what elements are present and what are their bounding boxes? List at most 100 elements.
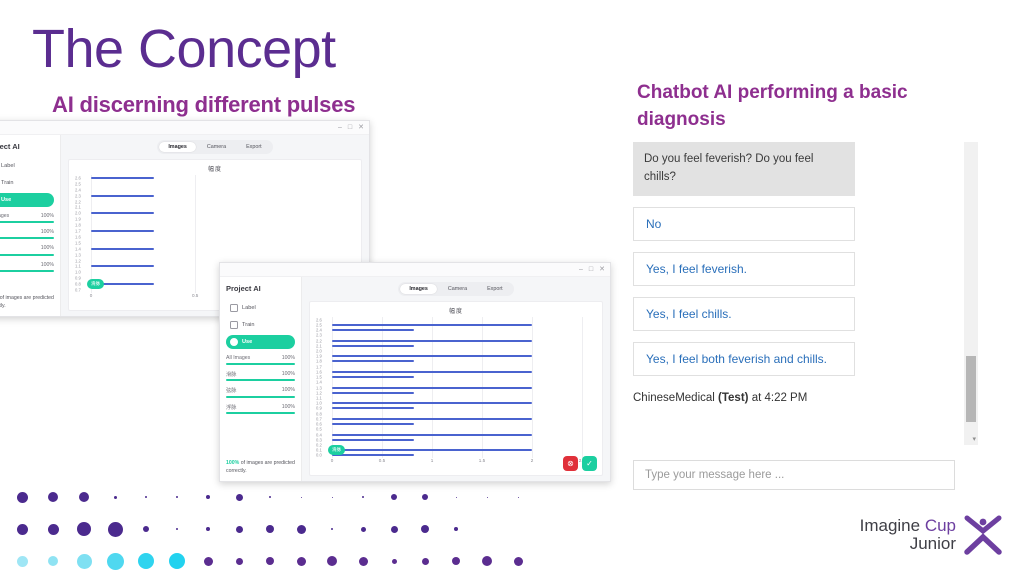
app-brand-back: Project AI <box>0 142 20 151</box>
decorative-dot <box>235 493 243 501</box>
tabbar-front[interactable]: Images Camera Export <box>398 282 514 296</box>
progress-row-back-3: 浮脉100% <box>0 262 54 272</box>
chat-scrollbar-thumb[interactable] <box>966 356 976 422</box>
tab-camera-back[interactable]: Camera <box>198 142 235 152</box>
sidebar-front: Project AI Label Train Use All Images 100… <box>220 277 302 481</box>
sidebar-item-train-back[interactable]: Train <box>0 176 54 190</box>
chart-highlight-pill[interactable]: 滑脉 <box>87 279 105 290</box>
chat-option-2[interactable]: Yes, I feel chills. <box>633 296 855 331</box>
tab-images-front[interactable]: Images <box>400 284 437 294</box>
accept-button[interactable]: ✓ <box>582 456 597 471</box>
chart-bar <box>332 386 532 389</box>
sidebar-item-train-front[interactable]: Train <box>226 318 295 332</box>
minimize-icon[interactable]: – <box>579 266 583 273</box>
chart-y-tick-label: 2.5 <box>75 181 81 187</box>
decorative-dot <box>452 557 460 565</box>
sidebar-item-label-text: Train <box>1 180 14 186</box>
chart-y-tick-label: 2.1 <box>75 204 81 210</box>
chart-x-tick-label: 0.5 <box>191 293 199 298</box>
decorative-dot <box>486 496 488 498</box>
progress-row-front-2: 弦脉 100% <box>226 387 295 398</box>
chart-bar <box>91 265 154 268</box>
chart-y-tick-label: 0.0 <box>316 452 322 458</box>
decorative-dot <box>362 496 364 498</box>
window-controls-front[interactable]: – □ ✕ <box>579 266 605 273</box>
sidebar-item-label-text: Label <box>1 163 15 169</box>
chat-input-placeholder[interactable]: Type your message here ... <box>645 469 784 481</box>
tab-export-back[interactable]: Export <box>237 142 271 152</box>
progress-track <box>226 412 295 414</box>
tab-camera-front[interactable]: Camera <box>439 284 476 294</box>
chart-gridline <box>91 175 92 293</box>
sidebar-item-use-back[interactable]: Use <box>0 193 54 207</box>
chart-x-axis-labels: 00.511.522.5 <box>316 458 596 468</box>
tab-export-front[interactable]: Export <box>478 284 512 294</box>
chart-bar <box>332 407 414 410</box>
maximize-icon[interactable]: □ <box>589 266 593 273</box>
window-body-front: Project AI Label Train Use All Images 100… <box>220 277 610 481</box>
decorative-dot <box>421 557 429 565</box>
chart-bar <box>91 176 154 179</box>
chart-y-tick-label: 0.9 <box>75 275 81 281</box>
minimize-icon[interactable]: – <box>338 124 342 131</box>
progress-fill <box>0 220 54 223</box>
chart-highlight-pill[interactable]: 滑脉 <box>328 445 346 456</box>
app-window-front[interactable]: – □ ✕ Project AI Label Train Use All Ima… <box>219 262 611 482</box>
sidebar-item-label-back[interactable]: Label <box>0 159 54 173</box>
progress-fill <box>226 379 295 381</box>
progress-track <box>0 220 54 223</box>
chart-bar <box>332 339 532 342</box>
chart-y-tick-label: 2.3 <box>75 193 81 199</box>
chart-y-tick-label: 1.8 <box>75 222 81 228</box>
chat-option-3[interactable]: Yes, I feel both feverish and chills. <box>633 341 855 376</box>
progress-fill <box>226 395 295 398</box>
use-icon <box>230 338 238 346</box>
chat-input-wrapper[interactable]: Type your message here ... <box>633 460 955 490</box>
logo-cup-text: Cup <box>924 515 956 535</box>
progress-fill <box>0 270 54 272</box>
sidebar-item-use-front[interactable]: Use <box>226 335 295 349</box>
decorative-dot <box>513 556 523 566</box>
decorative-dot <box>48 556 58 566</box>
decorative-dot <box>143 526 149 532</box>
chart-y-tick-label: 2.4 <box>75 187 81 193</box>
chat-option-1[interactable]: Yes, I feel feverish. <box>633 251 855 286</box>
chart-x-tick-label: 1 <box>430 458 434 463</box>
chart-y-tick-label: 2.6 <box>75 175 81 181</box>
decorative-dot <box>77 522 91 536</box>
sidebar-item-label-text: Use <box>1 197 12 203</box>
logo-line-2: Junior <box>909 534 956 553</box>
progress-row-front-0: All Images 100% <box>226 355 295 365</box>
close-icon[interactable]: ✕ <box>599 266 605 273</box>
progress-label: 弦脉 <box>226 388 237 394</box>
progress-label: All Images <box>0 213 10 219</box>
sidebar-back: Project AI Label Train Use All Images 100… <box>0 135 61 316</box>
sender-tag: (Test) <box>718 391 749 404</box>
decorative-dot <box>138 553 154 569</box>
reject-button[interactable]: ⊗ <box>563 456 578 471</box>
chart-x-tick-label: 1.5 <box>478 458 486 463</box>
content-front: Images Camera Export 幅度 00.511.522.52.62… <box>302 277 610 481</box>
decorative-dot <box>517 496 519 498</box>
chart-bar <box>91 230 154 233</box>
chat-option-0[interactable]: No <box>633 206 855 241</box>
accuracy-footer-back: 100% of images are predicted correctly. <box>0 295 54 311</box>
tabbar-back[interactable]: Images Camera Export <box>157 140 273 154</box>
decorative-dot <box>390 525 398 533</box>
slide-root: The Concept AI discerning different puls… <box>0 0 1024 577</box>
maximize-icon[interactable]: □ <box>348 124 352 131</box>
decorative-dot <box>360 526 366 532</box>
tab-images-back[interactable]: Images <box>159 142 196 152</box>
decorative-dot <box>16 523 28 535</box>
progress-fill <box>0 253 54 256</box>
chart-y-tick-label: 0.7 <box>75 287 81 293</box>
decorative-dot <box>454 527 458 531</box>
chevron-down-icon[interactable]: ▾ <box>972 435 976 443</box>
decorative-dot <box>176 496 178 498</box>
sidebar-item-label-front[interactable]: Label <box>226 301 295 315</box>
chat-scrollbar[interactable]: ▾ <box>964 142 978 445</box>
chart-bar <box>332 355 532 358</box>
close-icon[interactable]: ✕ <box>358 124 364 131</box>
window-controls-back[interactable]: – □ ✕ <box>338 124 364 131</box>
chart-y-tick-label: 1.2 <box>75 258 81 264</box>
